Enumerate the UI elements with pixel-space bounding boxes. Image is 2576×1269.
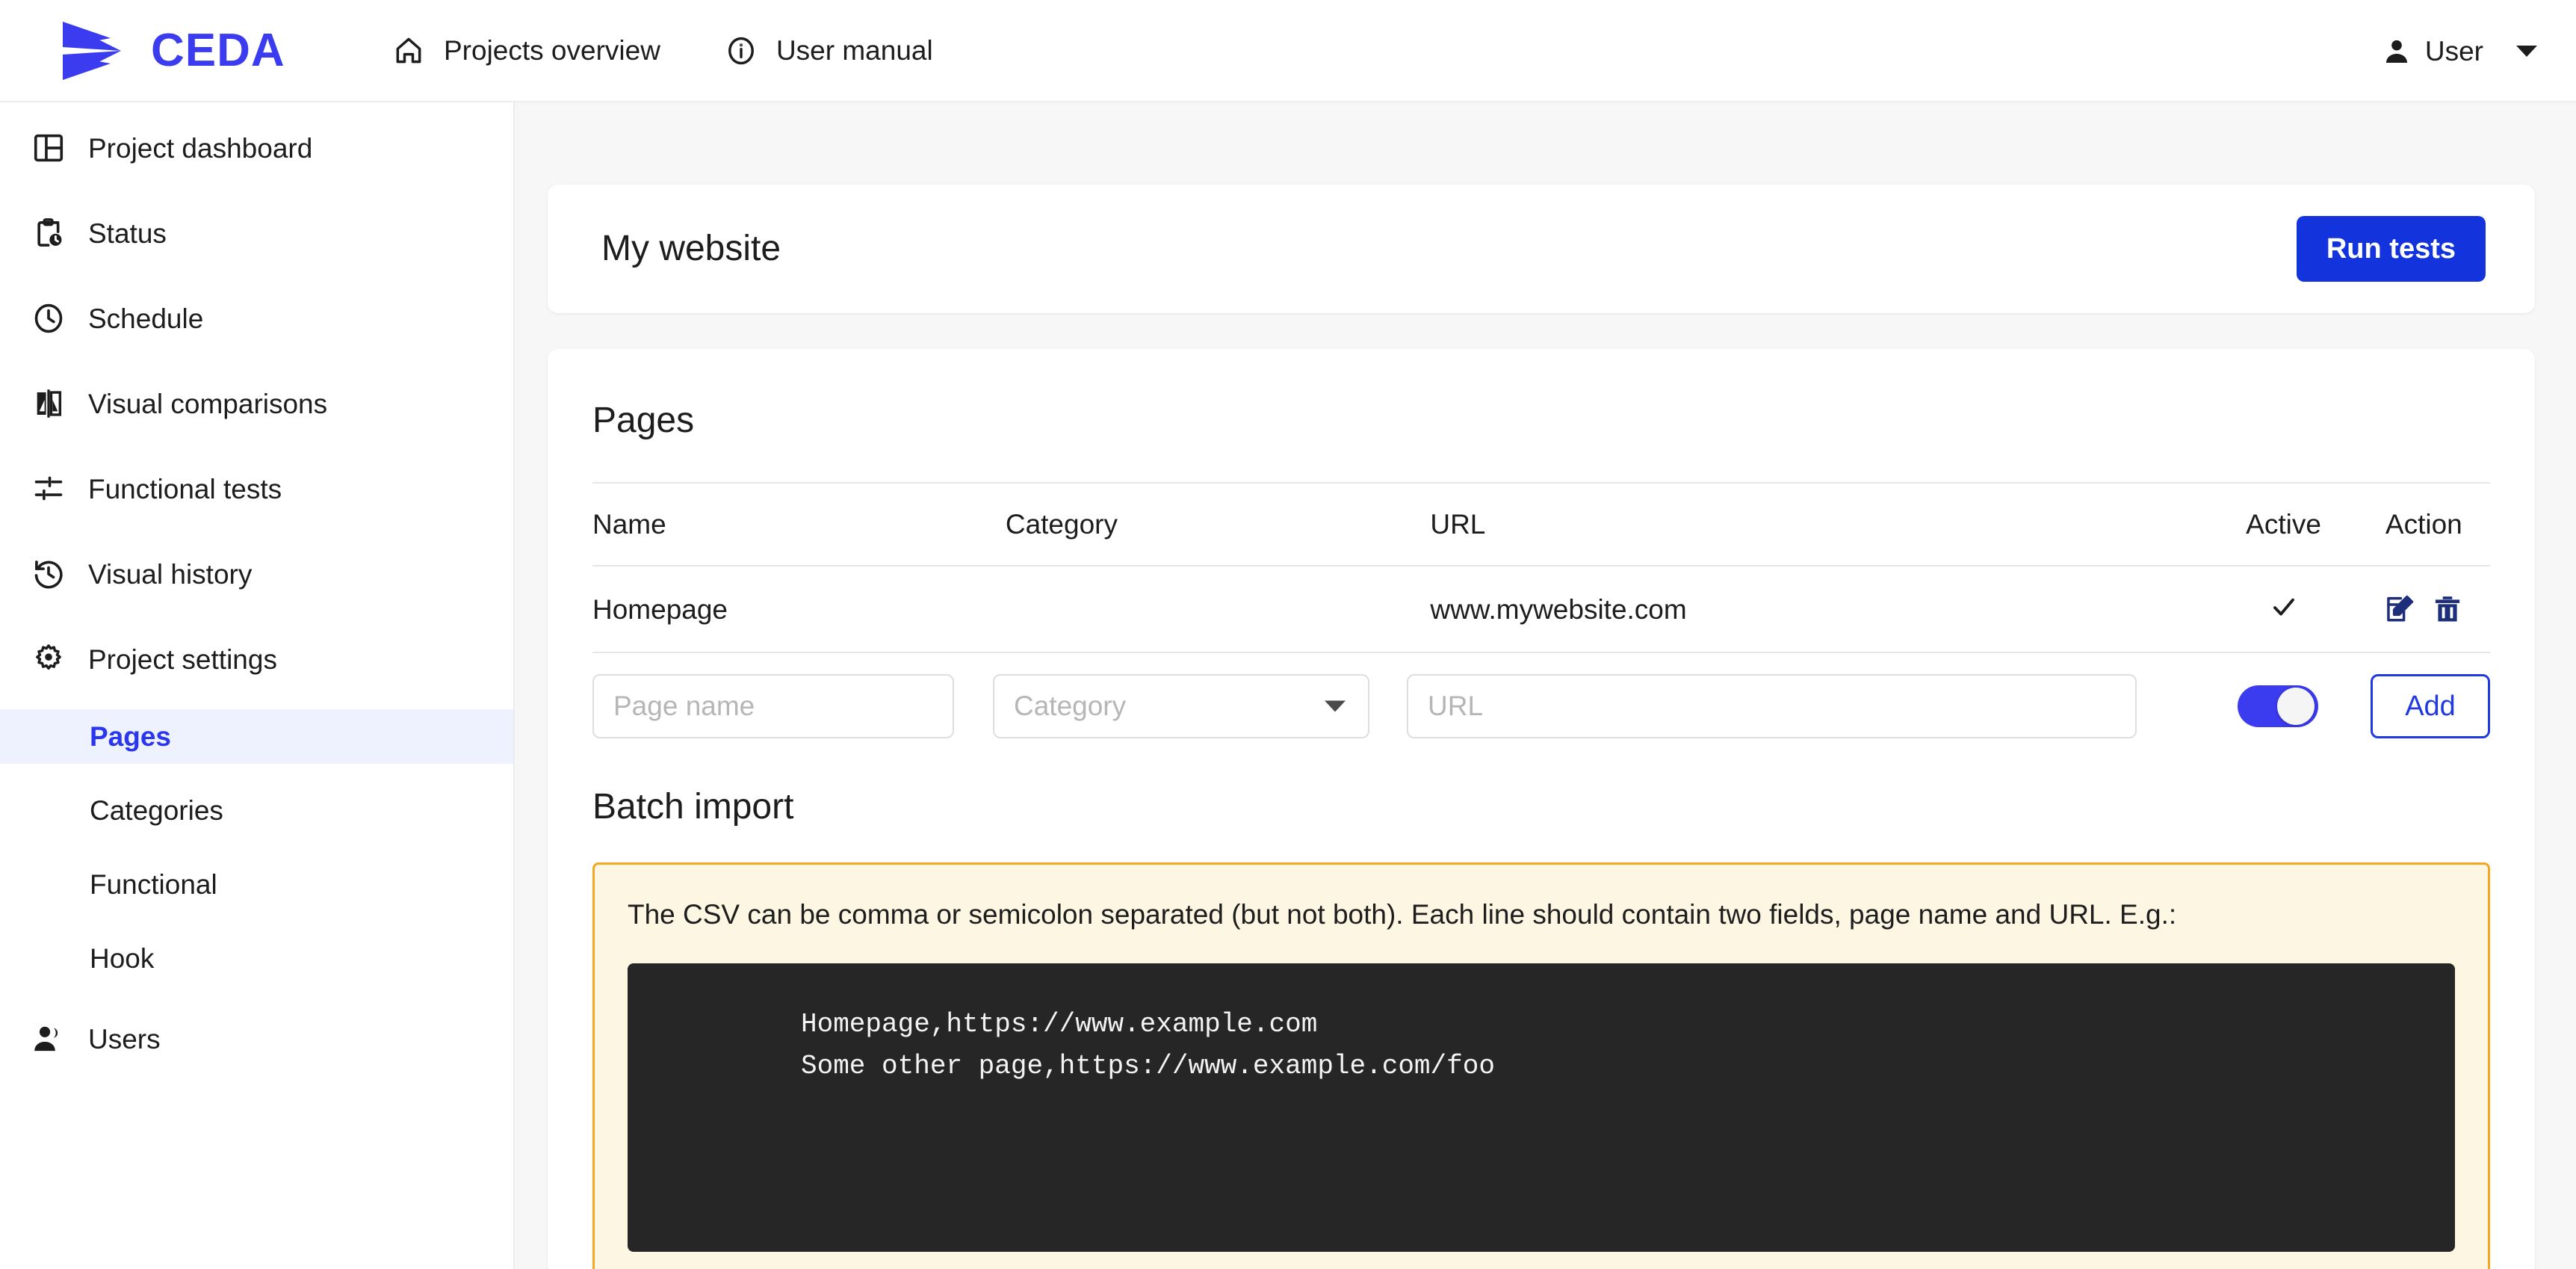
clock-icon <box>34 303 63 333</box>
sidebar-item-visual-history[interactable]: Visual history <box>0 546 513 602</box>
sidebar-subitem-hook[interactable]: Hook <box>0 931 513 986</box>
column-header-category: Category <box>1005 509 1118 540</box>
toggle-knob <box>2276 688 2315 725</box>
chevron-down-icon[interactable] <box>1325 700 1346 712</box>
sidebar-item-users[interactable]: Users <box>0 1011 513 1066</box>
project-header-card: My website Run tests <box>548 185 2535 313</box>
page-name-input[interactable] <box>592 674 954 738</box>
chevron-down-icon[interactable] <box>2516 46 2537 57</box>
sliders-icon <box>34 476 63 501</box>
sidebar-item-status[interactable]: Status <box>0 206 513 261</box>
cell-category <box>1006 566 1431 652</box>
sidebar-item-label: Status <box>88 217 167 249</box>
main-content-area: My website Run tests Pages Name Category… <box>515 102 2576 1269</box>
batch-import-notice-text: The CSV can be comma or semicolon separa… <box>628 899 2177 930</box>
sidebar-item-visual-comparisons[interactable]: Visual comparisons <box>0 376 513 431</box>
brand-name: CEDA <box>151 24 285 76</box>
user-menu[interactable]: User <box>2382 0 2537 102</box>
info-circle-icon <box>728 37 754 64</box>
active-toggle[interactable] <box>2237 685 2318 727</box>
table-header-row: Name Category URL Active Action <box>592 483 2490 566</box>
sidebar-item-label: Schedule <box>88 303 204 334</box>
sidebar-item-label: Users <box>88 1023 161 1055</box>
cell-active <box>2209 566 2357 652</box>
person-icon <box>2385 40 2407 63</box>
category-select[interactable]: Category <box>993 674 1369 738</box>
topnav-item-user-manual[interactable]: User manual <box>725 0 933 102</box>
sidebar-item-label: Project settings <box>88 643 277 675</box>
sidebar-subitem-functional[interactable]: Functional <box>0 857 513 912</box>
page-title: My website <box>601 229 781 268</box>
sidebar-item-label: Visual history <box>88 558 253 590</box>
table-row: Homepage www.mywebsite.com <box>592 566 2490 652</box>
brand-logo[interactable]: CEDA <box>60 20 306 81</box>
check-icon <box>2273 598 2294 616</box>
category-select-wrapper: Category <box>993 674 1369 738</box>
sidebar-item-label: Functional tests <box>88 473 282 504</box>
cell-url: www.mywebsite.com <box>1430 593 1687 625</box>
compare-split-icon <box>37 389 62 418</box>
sidebar-item-project-dashboard[interactable]: Project dashboard <box>0 120 513 176</box>
topnav-item-projects-overview[interactable]: Projects overview <box>392 0 660 102</box>
cell-name: Homepage <box>592 593 728 625</box>
edit-pencil-icon[interactable] <box>2384 593 2415 625</box>
column-header-url: URL <box>1430 509 1486 540</box>
sidebar-subitem-label: Categories <box>90 795 223 826</box>
gear-icon <box>36 644 61 670</box>
dashboard-layout-icon <box>34 134 64 162</box>
sidebar-item-functional-tests[interactable]: Functional tests <box>0 461 513 516</box>
sidebar-item-label: Project dashboard <box>88 132 313 164</box>
sidebar-subitem-label: Pages <box>90 721 172 752</box>
column-header-name: Name <box>592 509 666 540</box>
column-header-active: Active <box>2246 509 2321 540</box>
add-button[interactable]: Add <box>2371 674 2490 738</box>
top-header-bar: CEDA Projects overview User manual User <box>0 0 2576 102</box>
sidebar-item-label: Visual comparisons <box>88 388 328 419</box>
home-icon <box>396 37 421 63</box>
code-line: Homepage,https://www.example.com <box>801 1008 1318 1040</box>
sidebar-subitem-pages[interactable]: Pages <box>0 709 513 764</box>
url-input[interactable] <box>1407 674 2137 738</box>
ceda-triangles-logo-icon <box>63 21 121 80</box>
column-header-action: Action <box>2385 509 2462 540</box>
trash-icon[interactable] <box>2432 593 2463 625</box>
history-rewind-icon <box>34 561 63 589</box>
top-navigation: Projects overview User manual <box>392 0 933 102</box>
pages-card: Pages Name Category URL Active Action Ho… <box>548 349 2535 1269</box>
sidebar-item-project-settings[interactable]: Project settings <box>0 632 513 687</box>
users-group-icon <box>34 1026 58 1052</box>
sidebar-subitem-categories[interactable]: Categories <box>0 783 513 838</box>
topnav-label: User manual <box>775 35 933 66</box>
row-action-group <box>2358 593 2490 625</box>
code-line: Some other page,https://www.example.com/… <box>801 1050 1495 1081</box>
run-tests-button[interactable]: Run tests <box>2296 216 2486 282</box>
add-page-row: Category Add <box>592 653 2490 761</box>
csv-example-code-block: Homepage,https://www.example.com Some ot… <box>628 963 2455 1252</box>
batch-import-title: Batch import <box>592 787 794 827</box>
sidebar-navigation: Project dashboard Status Schedule Visual <box>0 102 515 1269</box>
pages-section-title: Pages <box>592 401 695 440</box>
user-label: User <box>2424 36 2483 67</box>
cell-actions <box>2358 566 2490 652</box>
sidebar-subitem-label: Functional <box>90 869 217 900</box>
active-toggle-wrapper <box>2208 685 2347 727</box>
sidebar-subitem-label: Hook <box>90 943 155 974</box>
clipboard-clock-icon <box>37 218 62 247</box>
pages-table-head: Name Category URL Active Action <box>592 483 2490 566</box>
sidebar-item-schedule[interactable]: Schedule <box>0 291 513 346</box>
topnav-label: Projects overview <box>444 35 660 66</box>
pages-table-body: Homepage www.mywebsite.com <box>592 566 2490 652</box>
pages-table: Name Category URL Active Action Homepage… <box>592 482 2490 653</box>
batch-import-notice: The CSV can be comma or semicolon separa… <box>592 862 2490 1269</box>
